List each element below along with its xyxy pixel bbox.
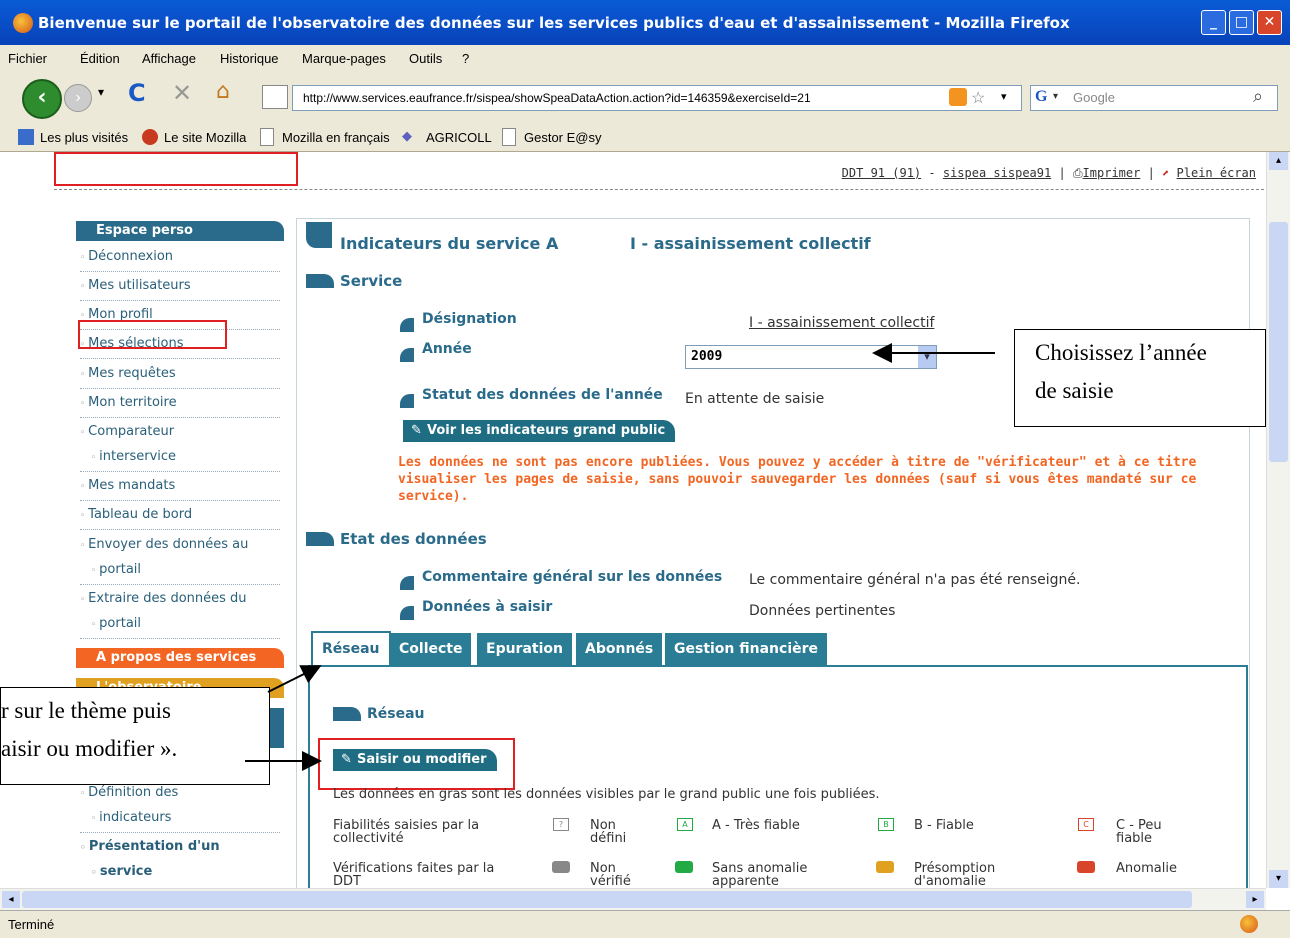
scroll-right-icon[interactable]: ▸ [1246,891,1264,908]
site-identity-icon[interactable] [262,85,288,109]
scroll-left-icon[interactable]: ◂ [2,891,20,908]
scroll-thumb[interactable] [1269,222,1288,462]
url-dropdown-icon[interactable]: ▾ [1001,90,1007,103]
google-icon[interactable]: G [1035,88,1047,106]
bookmark-gestor[interactable]: Gestor E@sy [524,130,602,145]
minimize-button[interactable]: _ [1201,10,1226,35]
stop-icon[interactable]: ✕ [172,79,192,107]
most-visited-icon [18,129,34,145]
reload-icon[interactable]: C [128,79,146,107]
agricoll-icon: ◆ [402,128,412,143]
forward-button[interactable]: › [64,84,92,112]
page-icon [260,128,274,146]
scroll-up-icon[interactable]: ▴ [1269,152,1288,170]
mozilla-icon [142,129,158,145]
menu-affichage[interactable]: Affichage [142,51,196,66]
maximize-button[interactable]: □ [1229,10,1254,35]
callout-arrows [245,343,995,771]
close-window-button[interactable]: ✕ [1257,10,1282,35]
bookmark-star-icon[interactable]: ☆ [971,88,985,108]
url-text: http://www.services.eaufrance.fr/sispea/… [303,91,811,105]
bookmark-mozilla-fr[interactable]: Mozilla en français [282,130,390,145]
horizontal-scrollbar[interactable]: ◂ ▸ [0,888,1266,911]
status-bar: Terminé [0,910,1290,938]
history-dropdown-icon[interactable]: ▾ [98,85,104,99]
bookmark-most-visited[interactable]: Les plus visités [40,130,128,145]
window-titlebar: Bienvenue sur le portail de l'observatoi… [0,0,1290,45]
bookmark-agricoll[interactable]: AGRICOLL [426,130,492,145]
search-magnifier-icon[interactable]: ⌕ [1253,86,1263,107]
firefox-logo-icon [13,13,33,33]
page-content: DDT 91 (91) - sispea sispea91 | ⎙Imprime… [0,152,1266,888]
menu-bar: Fichier Édition Affichage Historique Mar… [0,45,1290,71]
menu-marque-pages[interactable]: Marque-pages [302,51,386,66]
bookmark-mozilla[interactable]: Le site Mozilla [164,130,246,145]
search-placeholder: Google [1073,90,1115,105]
search-engine-dropdown-icon[interactable]: ▾ [1053,91,1058,102]
bookmarks-toolbar: Les plus visités Le site Mozilla Mozilla… [0,123,1290,152]
status-text: Terminé [8,917,55,932]
home-icon[interactable]: ⌂ [216,79,230,104]
back-button[interactable]: ‹ [22,79,62,119]
status-firefox-icon [1240,915,1258,933]
menu-help[interactable]: ? [462,51,469,66]
menu-historique[interactable]: Historique [220,51,279,66]
menu-edition[interactable]: Édition [80,51,120,66]
page-icon [502,128,516,146]
hscroll-thumb[interactable] [22,891,1192,908]
menu-fichier[interactable]: Fichier [8,51,47,66]
arrow-to-tabs [267,665,322,693]
search-box[interactable]: G ▾ Google ⌕ [1030,85,1278,111]
scroll-down-icon[interactable]: ▾ [1269,870,1288,888]
rss-icon[interactable] [949,88,967,106]
window-title: Bienvenue sur le portail de l'observatoi… [38,14,1070,32]
vertical-scrollbar[interactable]: ▴ ▾ [1266,152,1290,888]
menu-outils[interactable]: Outils [409,51,442,66]
url-bar[interactable]: http://www.services.eaufrance.fr/sispea/… [292,85,1022,111]
